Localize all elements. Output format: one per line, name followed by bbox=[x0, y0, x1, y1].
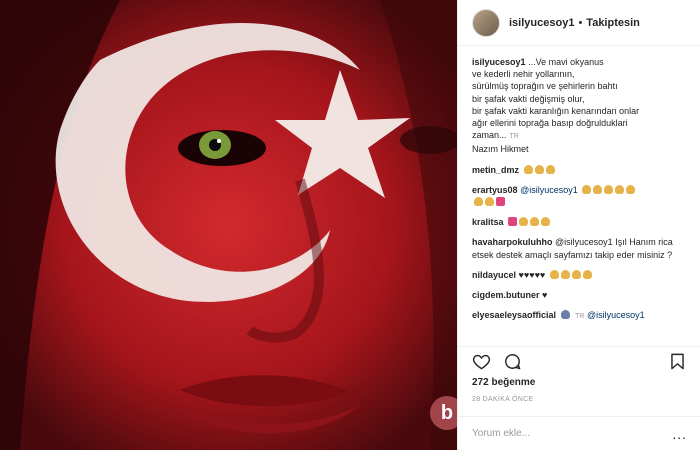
caption-username[interactable]: isilyucesoy1 bbox=[472, 57, 526, 67]
separator-dot: • bbox=[578, 16, 583, 29]
post-image: b bbox=[0, 0, 457, 450]
list-item: nildayucel ♥♥♥♥♥ bbox=[472, 269, 686, 281]
watermark-logo: b bbox=[430, 396, 457, 430]
caption-line: ağır ellerini toprağa basıp doğrulduklar… bbox=[472, 118, 628, 129]
gift-icon bbox=[496, 197, 505, 207]
comment-username[interactable]: nildayucel bbox=[472, 270, 516, 280]
emoji-icon bbox=[534, 164, 544, 174]
list-item: cigdem.butuner ♥ bbox=[472, 289, 686, 301]
post-header: isilyucesoy1 • Takiptesin bbox=[458, 0, 700, 46]
emoji-icon bbox=[549, 269, 559, 279]
caption-line: ve kederli nehir yollarının, bbox=[472, 69, 575, 80]
avatar[interactable] bbox=[472, 8, 500, 37]
emoji-icon bbox=[560, 269, 570, 279]
list-item: erartyus08 @isilyucesoy1 bbox=[472, 184, 686, 208]
caption-line: bir şafak vakti karanlığın kenarından on… bbox=[472, 105, 640, 116]
face-flag-artwork bbox=[0, 0, 457, 450]
emoji-icon bbox=[593, 184, 603, 194]
emoji-icon bbox=[530, 217, 540, 227]
comment-text: ♥ bbox=[542, 290, 548, 301]
emoji-icon bbox=[582, 269, 592, 279]
heart-emoji-icon bbox=[508, 217, 518, 227]
follow-status[interactable]: Takiptesin bbox=[586, 17, 640, 29]
likes-count[interactable]: 272 beğenme bbox=[472, 377, 535, 388]
emoji-icon bbox=[582, 184, 592, 194]
comment-text: @isilyucesoy1 bbox=[586, 310, 645, 321]
emoji-icon bbox=[545, 164, 555, 174]
comment-input[interactable] bbox=[472, 428, 673, 439]
more-options-icon[interactable]: ... bbox=[672, 426, 687, 442]
caption-line: zaman... TR bbox=[472, 129, 686, 143]
emoji-icon bbox=[474, 197, 483, 207]
comment-text: @isilyucesoy1 bbox=[520, 184, 578, 195]
comment-username[interactable]: kralitsa bbox=[472, 217, 504, 227]
comment-username[interactable]: elyesaeleysaofficial bbox=[472, 310, 556, 320]
caption-line: bir şafak vakti değişmiş olur, bbox=[472, 93, 585, 104]
header-username[interactable]: isilyucesoy1 bbox=[509, 17, 574, 29]
translate-button[interactable]: TR bbox=[510, 133, 519, 140]
emoji-icon bbox=[523, 164, 533, 174]
list-item: havaharpokuluhho @isilyucesoy1 Işıl Hanı… bbox=[472, 236, 686, 260]
add-comment-bar: ... bbox=[458, 416, 700, 450]
comment-username[interactable]: erartyus08 bbox=[472, 185, 518, 195]
post-sidebar: isilyucesoy1 • Takiptesin isilyucesoy1 .… bbox=[457, 0, 700, 450]
comments-list: isilyucesoy1 ...Ve mavi okyanus ve keder… bbox=[458, 46, 700, 349]
emoji-icon bbox=[571, 269, 581, 279]
comment-icon[interactable] bbox=[503, 352, 522, 371]
comment-username[interactable]: metin_dmz bbox=[472, 165, 519, 175]
caption-line-text: zaman... bbox=[472, 130, 507, 141]
caption-line: ...Ve mavi okyanus bbox=[528, 57, 604, 67]
emoji-icon bbox=[604, 184, 614, 194]
caption: isilyucesoy1 ...Ve mavi okyanus ve keder… bbox=[472, 56, 686, 156]
comment-username[interactable]: cigdem.butuner bbox=[472, 290, 540, 300]
heart-icon[interactable] bbox=[472, 352, 491, 371]
list-item: metin_dmz bbox=[472, 164, 686, 176]
comment-text: ♥♥♥♥♥ bbox=[518, 269, 546, 280]
post-timestamp: 28 DAKİKA ÖNCE bbox=[472, 396, 534, 403]
action-bar bbox=[458, 346, 700, 376]
list-item: kralitsa bbox=[472, 216, 686, 228]
bookmark-icon[interactable] bbox=[668, 352, 687, 371]
list-item: elyesaeleysaofficial TR @isilyucesoy1 bbox=[472, 309, 686, 323]
emoji-icon bbox=[626, 184, 636, 194]
translate-button[interactable]: TR bbox=[575, 313, 584, 320]
emoji-icon bbox=[485, 197, 494, 207]
comment-username[interactable]: havaharpokuluhho bbox=[472, 237, 553, 247]
caption-line: sürülmüş toprağın ve şehirlerin bahtı bbox=[472, 81, 618, 92]
caption-line: Nazım Hikmet bbox=[472, 144, 529, 155]
emoji-icon bbox=[615, 184, 625, 194]
emoji-icon bbox=[560, 310, 570, 320]
emoji-icon bbox=[519, 217, 529, 227]
emoji-icon bbox=[541, 217, 551, 227]
